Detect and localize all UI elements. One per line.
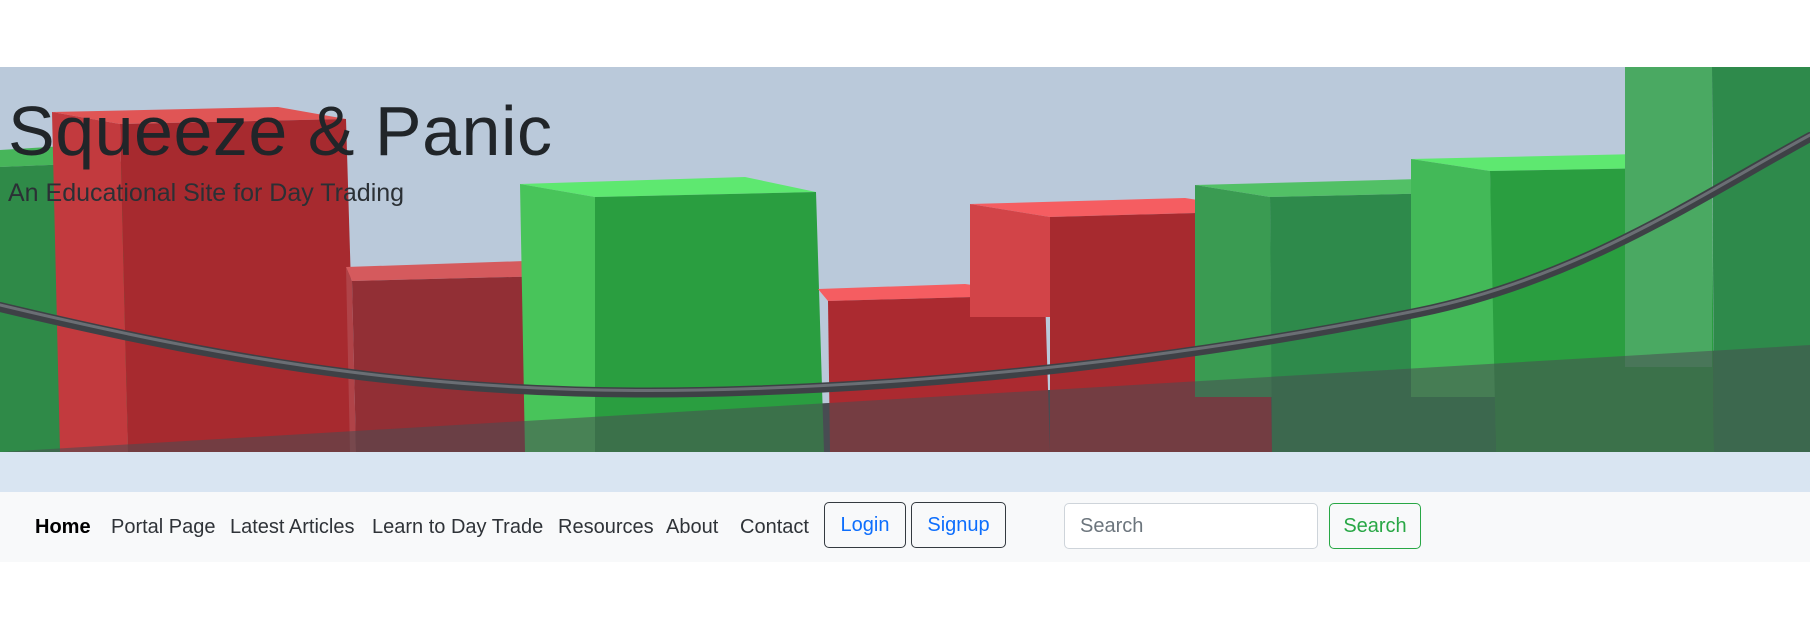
hero-bottom-band <box>0 452 1810 492</box>
hero-banner: Squeeze & Panic An Educational Site for … <box>0 67 1810 452</box>
nav-link-about[interactable]: About <box>666 516 718 539</box>
nav-link-learn-to-day-trade[interactable]: Learn to Day Trade <box>372 516 543 539</box>
search-input[interactable] <box>1064 503 1318 549</box>
login-button[interactable]: Login <box>824 502 906 548</box>
nav-link-home[interactable]: Home <box>35 516 91 539</box>
nav-link-resources[interactable]: Resources <box>558 516 654 539</box>
site-subtitle: An Educational Site for Day Trading <box>8 179 405 207</box>
main-navbar: Home Portal Page Latest Articles Learn t… <box>0 492 1810 562</box>
nav-link-latest-articles[interactable]: Latest Articles <box>230 516 355 539</box>
site-title: Squeeze & Panic <box>8 92 553 170</box>
nav-link-contact[interactable]: Contact <box>740 516 809 539</box>
nav-link-portal-page[interactable]: Portal Page <box>111 516 216 539</box>
search-button[interactable]: Search <box>1329 503 1421 549</box>
signup-button[interactable]: Signup <box>911 502 1006 548</box>
